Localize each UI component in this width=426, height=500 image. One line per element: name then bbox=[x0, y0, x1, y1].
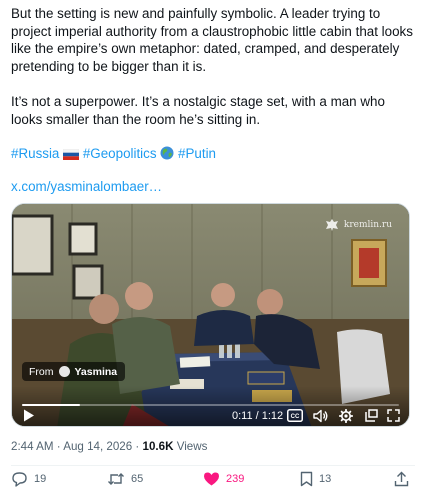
captions-icon[interactable]: CC bbox=[287, 409, 303, 422]
video-controls: 0:11 / 1:12 CC bbox=[12, 386, 409, 426]
video-progress-bar[interactable] bbox=[22, 404, 399, 406]
settings-gear-icon[interactable] bbox=[339, 409, 353, 423]
reply-bubble-icon bbox=[12, 472, 27, 487]
reply-button[interactable]: 19 bbox=[11, 471, 46, 487]
kremlin-watermark: kremlin.ru bbox=[325, 218, 392, 232]
source-name: Yasmina bbox=[74, 365, 118, 378]
share-button[interactable] bbox=[394, 471, 409, 487]
video-player[interactable]: kremlin.ru From Yasmina 0:11 / 1:12 CC bbox=[11, 203, 410, 427]
play-icon[interactable] bbox=[23, 409, 35, 422]
repost-count: 65 bbox=[131, 473, 144, 485]
from-label: From bbox=[29, 365, 54, 378]
heart-icon bbox=[204, 472, 219, 486]
hashtag-row: #Russia #Geopolitics #Putin bbox=[11, 145, 216, 163]
picture-in-picture-icon[interactable] bbox=[364, 409, 378, 423]
meta-separator: · bbox=[53, 440, 64, 453]
meta-separator-2: · bbox=[132, 440, 143, 453]
tweet-actions: 19 65 239 13 bbox=[11, 471, 415, 493]
tweet-time[interactable]: 2:44 AM bbox=[11, 440, 54, 453]
reply-count: 19 bbox=[34, 473, 47, 485]
repost-icon bbox=[108, 473, 124, 485]
captions-label: CC bbox=[291, 414, 300, 420]
avatar bbox=[58, 366, 70, 377]
fullscreen-icon[interactable] bbox=[387, 409, 400, 422]
watermark-text: kremlin.ru bbox=[343, 220, 392, 230]
views-label: Views bbox=[176, 440, 208, 453]
tweet-text-paragraph-2: It’s not a superpower. It’s a nostalgic … bbox=[11, 94, 385, 127]
repost-button[interactable]: 65 bbox=[107, 471, 143, 487]
bookmark-count: 13 bbox=[319, 473, 332, 485]
bookmark-icon bbox=[300, 471, 313, 487]
hashtag-putin[interactable]: #Putin bbox=[178, 146, 216, 161]
tweet-metadata: 2:44 AM · Aug 14, 2026 · 10.6K Views bbox=[11, 440, 207, 453]
share-upload-icon bbox=[394, 471, 409, 487]
eagle-emblem-icon bbox=[325, 219, 338, 231]
hashtag-geopolitics[interactable]: #Geopolitics bbox=[83, 146, 157, 161]
like-count: 239 bbox=[226, 473, 245, 485]
video-progress-fill bbox=[22, 404, 80, 406]
tweet-date[interactable]: Aug 14, 2026 bbox=[63, 440, 132, 453]
source-attribution[interactable]: From Yasmina bbox=[22, 362, 126, 381]
tweet-text-paragraph-1: But the setting is new and painfully sym… bbox=[11, 6, 413, 74]
external-link[interactable]: x.com/yasminalombaer… bbox=[11, 179, 162, 194]
hashtag-russia[interactable]: #Russia bbox=[11, 146, 59, 161]
volume-icon[interactable] bbox=[313, 409, 328, 423]
like-button[interactable]: 239 bbox=[203, 471, 244, 487]
russia-flag-icon bbox=[63, 149, 80, 160]
video-time: 0:11 / 1:12 bbox=[232, 410, 284, 422]
globe-icon bbox=[160, 146, 174, 160]
divider bbox=[11, 465, 415, 466]
bookmark-button[interactable]: 13 bbox=[300, 471, 331, 487]
views-count: 10.6K bbox=[142, 440, 174, 453]
